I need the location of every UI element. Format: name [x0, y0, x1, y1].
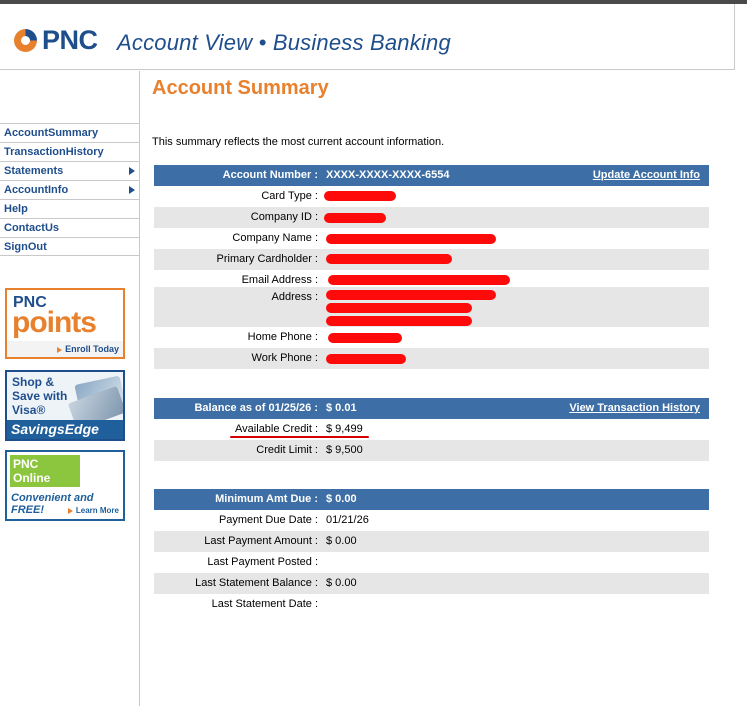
sidebar-item-label: AccountInfo — [4, 184, 69, 196]
account-number-value: XXXX-XXXX-XXXX-6554 — [326, 169, 450, 181]
pnc-points-banner[interactable]: PNC points Enroll Today — [5, 288, 125, 359]
table-row-primary-cardholder: Primary Cardholder : — [154, 249, 709, 270]
learn-more-link[interactable]: Learn More — [67, 506, 119, 515]
savings-edge-title: SavingsEdge — [7, 420, 123, 439]
app-title: Account View • Business Banking — [117, 30, 451, 55]
table-row-last-payment-amount: Last Payment Amount : $ 0.00 — [154, 531, 709, 552]
update-account-info-link[interactable]: Update Account Info — [593, 169, 700, 181]
sidebar-item-sign-out[interactable]: SignOut — [0, 237, 139, 256]
arrow-right-icon — [57, 346, 63, 353]
row-label: Last Payment Posted : — [207, 556, 318, 568]
balance-label: Balance as of 01/25/26 : — [194, 402, 318, 414]
account-info-table: Account Number : XXXX-XXXX-XXXX-6554 Upd… — [154, 165, 709, 369]
sidebar-item-label: AccountSummary — [4, 127, 99, 139]
sidebar-item-label: Statements — [4, 165, 64, 177]
redaction-mark — [328, 275, 510, 285]
enroll-today-link[interactable]: Enroll Today — [7, 341, 123, 357]
pnc-mark-icon — [14, 29, 37, 52]
row-label: Primary Cardholder : — [216, 253, 318, 265]
table-row-address: Address : — [154, 287, 709, 327]
view-transaction-history-link[interactable]: View Transaction History — [569, 402, 700, 414]
row-label: Card Type : — [261, 190, 318, 202]
sidebar-item-label: SignOut — [4, 241, 47, 253]
row-label: Email Address : — [241, 274, 318, 286]
redaction-mark — [326, 290, 496, 300]
row-label: Credit Limit : — [256, 444, 318, 456]
row-value: $ 0.00 — [326, 577, 357, 589]
redaction-mark — [326, 303, 472, 313]
page-title: Account Summary — [152, 77, 329, 99]
sidebar-nav: AccountSummary TransactionHistory Statem… — [0, 123, 139, 256]
sidebar-item-label: TransactionHistory — [4, 146, 104, 158]
redaction-mark — [328, 333, 402, 343]
balance-value: $ 0.01 — [326, 402, 357, 414]
row-label: Payment Due Date : — [218, 514, 318, 526]
enroll-today-label: Enroll Today — [65, 344, 119, 354]
highlight-underline — [230, 436, 369, 438]
table-row-last-payment-posted: Last Payment Posted : — [154, 552, 709, 573]
left-sidebar: AccountSummary TransactionHistory Statem… — [0, 71, 140, 706]
pnc-logo[interactable]: PNC — [12, 25, 98, 56]
logo-wordmark: PNC — [42, 25, 98, 55]
table-row-company-name: Company Name : — [154, 228, 709, 249]
row-value: $ 0.00 — [326, 535, 357, 547]
redaction-mark — [326, 254, 452, 264]
row-value: 01/21/26 — [326, 514, 369, 526]
redaction-mark — [326, 316, 472, 326]
minimum-due-value: $ 0.00 — [326, 493, 357, 505]
row-label: Last Statement Date : — [211, 598, 318, 610]
minimum-due-header: Minimum Amt Due : $ 0.00 — [154, 489, 709, 510]
summary-intro: This summary reflects the most current a… — [152, 136, 445, 148]
balance-table: Balance as of 01/25/26 : $ 0.01 View Tra… — [154, 398, 709, 461]
table-row-work-phone: Work Phone : — [154, 348, 709, 369]
redaction-mark — [324, 213, 386, 223]
minimum-due-label: Minimum Amt Due : — [215, 493, 318, 505]
sidebar-item-contact-us[interactable]: ContactUs — [0, 218, 139, 237]
redaction-mark — [324, 191, 396, 201]
table-row-available-credit: Available Credit : $ 9,499 — [154, 419, 709, 440]
account-number-label: Account Number : — [222, 169, 318, 181]
row-label: Available Credit : — [235, 423, 318, 435]
submenu-arrow-icon — [129, 167, 135, 175]
row-value: $ 9,500 — [326, 444, 363, 456]
row-value: $ 9,499 — [326, 423, 363, 435]
payment-table: Minimum Amt Due : $ 0.00 Payment Due Dat… — [154, 489, 709, 615]
table-row-last-statement-date: Last Statement Date : — [154, 594, 709, 615]
redaction-mark — [326, 354, 406, 364]
sidebar-item-label: Help — [4, 203, 28, 215]
arrow-right-icon — [67, 507, 73, 514]
savings-edge-tagline: Shop & Save with Visa® — [12, 375, 68, 417]
account-number-header: Account Number : XXXX-XXXX-XXXX-6554 Upd… — [154, 165, 709, 186]
savings-edge-banner[interactable]: Shop & Save with Visa® SavingsEdge — [5, 370, 125, 441]
sidebar-item-account-info[interactable]: AccountInfo — [0, 180, 139, 199]
sidebar-item-transaction-history[interactable]: TransactionHistory — [0, 142, 139, 161]
online-banking-banner[interactable]: PNC Online Banking Convenient and FREE! … — [5, 450, 125, 521]
row-label: Home Phone : — [247, 331, 318, 343]
table-row-credit-limit: Credit Limit : $ 9,500 — [154, 440, 709, 461]
submenu-arrow-icon — [129, 186, 135, 194]
points-banner-title: points — [12, 306, 97, 339]
row-label: Work Phone : — [251, 352, 318, 364]
sidebar-item-help[interactable]: Help — [0, 199, 139, 218]
sidebar-item-label: ContactUs — [4, 222, 60, 234]
sidebar-item-account-summary[interactable]: AccountSummary — [0, 123, 139, 142]
sidebar-item-statements[interactable]: Statements — [0, 161, 139, 180]
balance-header: Balance as of 01/25/26 : $ 0.01 View Tra… — [154, 398, 709, 419]
row-label: Company Name : — [232, 232, 318, 244]
row-label: Address : — [271, 291, 318, 303]
table-row-home-phone: Home Phone : — [154, 327, 709, 348]
online-banking-title: PNC Online Banking — [10, 455, 80, 499]
table-row-email: Email Address : — [154, 270, 709, 287]
table-row-card-type: Card Type : — [154, 186, 709, 207]
row-label: Company ID : — [250, 211, 318, 223]
table-row-payment-due-date: Payment Due Date : 01/21/26 — [154, 510, 709, 531]
row-label: Last Payment Amount : — [204, 535, 318, 547]
table-row-last-statement-balance: Last Statement Balance : $ 0.00 — [154, 573, 709, 594]
page-header: PNC Account View • Business Banking — [0, 4, 735, 70]
learn-more-label: Learn More — [75, 506, 119, 515]
redaction-mark — [326, 234, 496, 244]
row-label: Last Statement Balance : — [195, 577, 318, 589]
table-row-company-id: Company ID : — [154, 207, 709, 228]
